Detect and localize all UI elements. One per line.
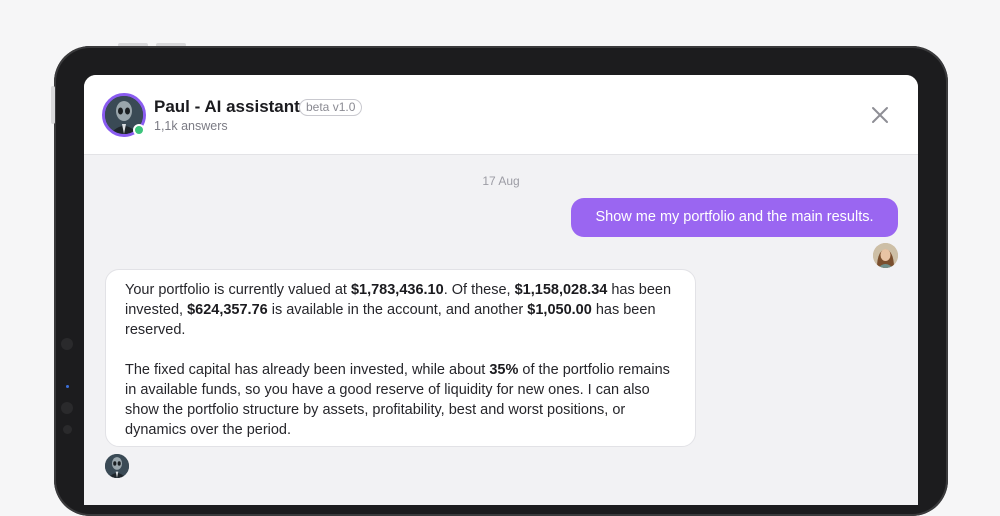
- assistant-avatar-small[interactable]: [105, 454, 129, 478]
- funds-percentage: 35%: [489, 362, 519, 378]
- camera-lens: [61, 402, 73, 414]
- message-text: The fixed capital has already been inves…: [125, 362, 490, 378]
- message-text: . Of these,: [443, 282, 515, 298]
- alien-avatar-icon: [105, 454, 129, 478]
- online-status-dot: [133, 124, 145, 136]
- reserved-amount: $1,050.00: [527, 302, 592, 318]
- assistant-message-bubble: Your portfolio is currently valued at $1…: [105, 269, 696, 447]
- answers-count: 1,1k answers: [154, 119, 228, 133]
- date-separator: 17 Aug: [482, 174, 520, 188]
- version-badge: beta v1.0: [299, 99, 363, 116]
- user-avatar[interactable]: [873, 243, 898, 268]
- message-paragraph: Your portfolio is currently valued at $1…: [125, 280, 675, 340]
- message-text: is available in the account, and another: [267, 302, 528, 318]
- message-text: Your portfolio is currently valued at: [125, 282, 351, 298]
- invested-amount: $1,158,028.34: [514, 282, 608, 298]
- chat-screen: Paul - AI assistant beta v1.0 1,1k answe…: [84, 75, 918, 505]
- portfolio-value: $1,783,436.10: [350, 282, 444, 298]
- power-button: [51, 86, 55, 124]
- camera-sensor: [66, 385, 69, 388]
- camera-lens: [61, 338, 73, 350]
- close-icon: [872, 107, 888, 123]
- message-paragraph: The fixed capital has already been inves…: [125, 360, 675, 440]
- assistant-name: Paul - AI assistant: [154, 97, 300, 116]
- user-message-bubble: Show me my portfolio and the main result…: [571, 198, 898, 237]
- close-button[interactable]: [868, 103, 892, 127]
- available-amount: $624,357.76: [187, 302, 268, 318]
- user-avatar-icon: [873, 243, 898, 268]
- chat-header: Paul - AI assistant beta v1.0 1,1k answe…: [84, 75, 918, 155]
- camera-flash: [63, 425, 72, 434]
